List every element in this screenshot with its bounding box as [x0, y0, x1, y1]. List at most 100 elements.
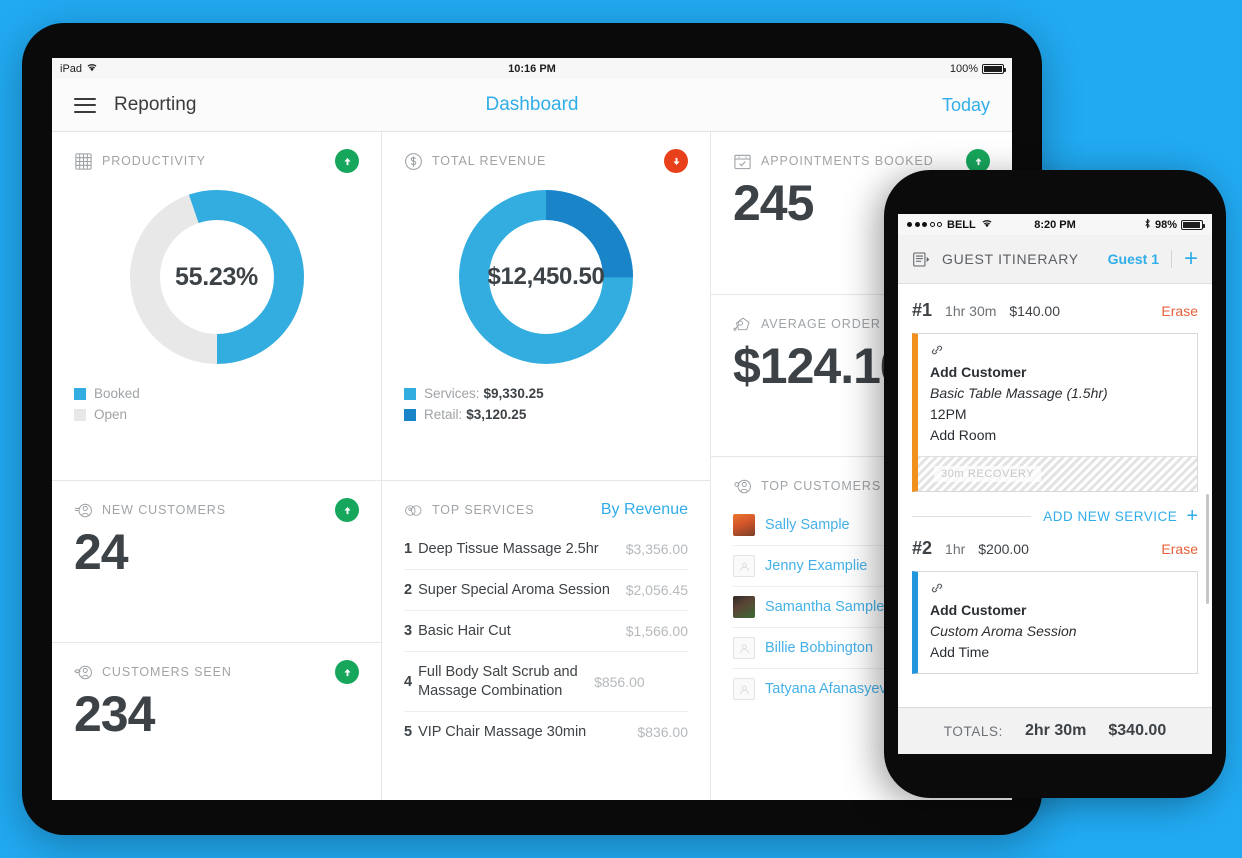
rank: 4 [404, 673, 413, 690]
service-card[interactable]: Add Customer Basic Table Massage (1.5hr)… [912, 333, 1198, 492]
dashboard-grid: PRODUCTIVITY 55.23% Booked Open NEW CUST… [52, 132, 1012, 800]
chain-link-icon [930, 343, 944, 357]
item-price: $200.00 [978, 541, 1029, 557]
trend-up-badge [335, 498, 359, 522]
trend-up-badge [335, 660, 359, 684]
item-number: #1 [912, 300, 933, 320]
productivity-legend: Booked Open [74, 386, 359, 422]
add-room-label[interactable]: Add Room [930, 425, 1185, 446]
iphone-device-frame: BELL 8:20 PM 98% GUEST ITINERARY Guest 1 [884, 170, 1226, 798]
battery-icon [982, 63, 1006, 74]
service-name: Custom Aroma Session [930, 623, 1077, 639]
service-name: Basic Table Massage (1.5hr) [930, 385, 1108, 401]
card-top-services: TOP SERVICES By Revenue 1 Deep Tissue Mas… [382, 480, 710, 800]
avatar [733, 514, 755, 536]
legend-item: Open [74, 407, 359, 422]
card-header: PRODUCTIVITY [74, 149, 359, 173]
dollar-circle-icon [404, 152, 423, 171]
plus-icon[interactable]: + [1186, 506, 1198, 526]
service-time[interactable]: 12PM [930, 404, 1185, 425]
sort-by-revenue-link[interactable]: By Revenue [601, 501, 688, 519]
card-title: TOP SERVICES [432, 503, 535, 517]
card-productivity: PRODUCTIVITY 55.23% Booked Open [52, 132, 381, 480]
table-row[interactable]: 1 Deep Tissue Massage 2.5hr $3,356.00 [404, 529, 688, 569]
card-header: CUSTOMERS SEEN [74, 660, 359, 684]
rank: 3 [404, 623, 413, 640]
card-header: TOP SERVICES By Revenue [404, 499, 688, 521]
card-total-revenue: TOTAL REVENUE $12,450.50 Services: $9,33… [382, 132, 710, 480]
services-icon [404, 501, 423, 520]
add-customer-label[interactable]: Add Customer [930, 362, 1185, 383]
avatar-placeholder [733, 678, 755, 700]
revenue-legend: Services: $9,330.25 Retail: $3,120.25 [404, 386, 688, 422]
revenue-value: $12,450.50 [487, 263, 605, 290]
table-row[interactable]: 4 Full Body Salt Scrub and Massage Combin… [404, 651, 688, 710]
card-new-customers: NEW CUSTOMERS 24 [52, 480, 381, 642]
add-customer-label[interactable]: Add Customer [930, 600, 1185, 621]
card-title: AVERAGE ORDER [761, 317, 881, 331]
itinerary-item-header: #2 1hr $200.00 Erase [912, 534, 1198, 571]
customers-seen-value: 234 [74, 686, 155, 742]
erase-button[interactable]: Erase [1161, 303, 1198, 319]
ipad-clock: 10:16 PM [508, 62, 556, 75]
add-new-service-label[interactable]: ADD NEW SERVICE [1043, 509, 1177, 524]
trend-down-badge [664, 149, 688, 173]
tag-search-icon [733, 315, 752, 334]
card-header: TOTAL REVENUE [404, 149, 688, 173]
hamburger-menu-icon[interactable] [74, 97, 96, 113]
today-button[interactable]: Today [942, 95, 990, 116]
guest-selector[interactable]: Guest 1 [1108, 251, 1159, 267]
service-revenue: $836.00 [637, 723, 688, 740]
card-title: TOP CUSTOMERS [761, 479, 882, 493]
erase-button[interactable]: Erase [1161, 541, 1198, 557]
legend-item: Retail: $3,120.25 [404, 407, 688, 422]
card-title: APPOINTMENTS BOOKED [761, 154, 934, 168]
screenshot-stage: iPad 10:16 PM 100% Reporting Dashboard T… [0, 0, 1242, 858]
trend-up-badge [335, 149, 359, 173]
scrollbar[interactable] [1206, 494, 1209, 604]
customer-name: Jenny Examplie [765, 558, 868, 574]
plus-icon[interactable]: + [1184, 247, 1198, 271]
legend-item: Services: $9,330.25 [404, 386, 688, 401]
card-header: NEW CUSTOMERS [74, 498, 359, 522]
totals-amount: $340.00 [1108, 722, 1167, 739]
itinerary-list-icon [912, 250, 931, 269]
dashboard-column-left: PRODUCTIVITY 55.23% Booked Open NEW CUST… [52, 132, 382, 800]
legend-label: Services: [424, 386, 480, 401]
new-customer-icon [74, 501, 93, 520]
iphone-page-title: GUEST ITINERARY [942, 251, 1079, 267]
add-new-service-row[interactable]: ADD NEW SERVICE + [912, 506, 1198, 526]
service-name: Basic Hair Cut [418, 623, 511, 640]
new-customers-value: 24 [74, 524, 129, 580]
card-title: CUSTOMERS SEEN [102, 665, 232, 679]
ipad-screen: iPad 10:16 PM 100% Reporting Dashboard T… [52, 58, 1012, 800]
card-customers-seen: CUSTOMERS SEEN 234 [52, 642, 381, 800]
revenue-donut-chart: $12,450.50 [404, 186, 688, 368]
avatar [733, 596, 755, 618]
iphone-status-bar: BELL 8:20 PM 98% [898, 214, 1212, 235]
table-row[interactable]: 3 Basic Hair Cut $1,566.00 [404, 610, 688, 651]
iphone-navbar: GUEST ITINERARY Guest 1 + [898, 235, 1212, 284]
divider [912, 515, 1032, 517]
customer-name: Sally Sample [765, 517, 850, 533]
grid-calendar-icon [74, 152, 93, 171]
service-revenue: $856.00 [594, 673, 645, 690]
legend-value: $9,330.25 [483, 386, 544, 401]
service-revenue: $2,056.45 [625, 582, 688, 599]
service-card[interactable]: Add Customer Custom Aroma Session Add Ti… [912, 571, 1198, 674]
customers-icon [733, 477, 752, 496]
service-revenue: $3,356.00 [625, 541, 688, 558]
customer-name: Tatyana Afanasyeva [765, 681, 895, 697]
totals-bar: TOTALS: 2hr 30m $340.00 [898, 707, 1212, 754]
table-row[interactable]: 5 VIP Chair Massage 30min $836.00 [404, 710, 688, 752]
ipad-status-bar: iPad 10:16 PM 100% [52, 58, 1012, 79]
add-time-label[interactable]: Add Time [930, 642, 1185, 663]
chain-link-icon [930, 581, 944, 595]
table-row[interactable]: 2 Super Special Aroma Session $2,056.45 [404, 569, 688, 610]
recovery-label: 30m RECOVERY [934, 466, 1042, 482]
legend-label: Retail: [424, 407, 463, 422]
page-title: Reporting [114, 94, 197, 115]
avatar-placeholder [733, 555, 755, 577]
card-title: TOTAL REVENUE [432, 154, 547, 168]
service-revenue: $1,566.00 [625, 623, 688, 640]
